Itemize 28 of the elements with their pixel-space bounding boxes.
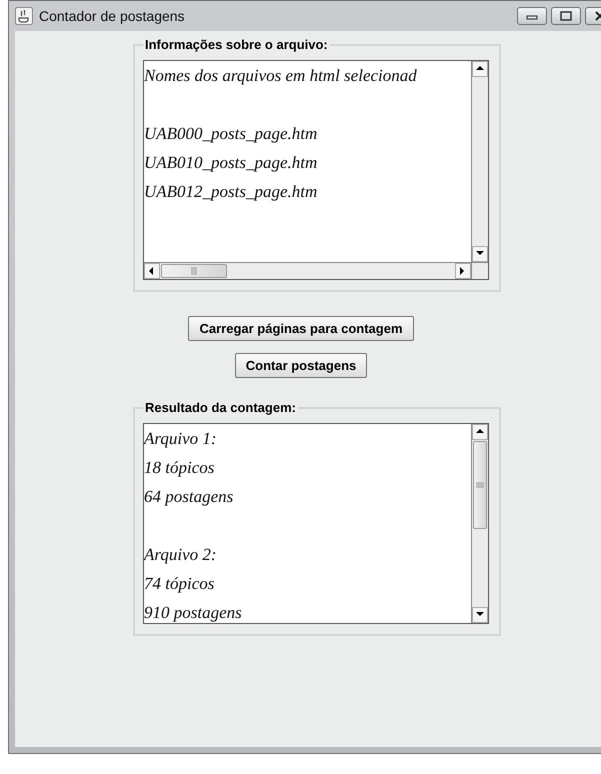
- text-line: UAB010_posts_page.htm: [144, 152, 318, 174]
- window-title: Contador de postagens: [39, 8, 186, 24]
- text-line: Arquivo 1:: [144, 428, 218, 450]
- grip-icon: [191, 267, 197, 275]
- cup-icon: [15, 7, 33, 25]
- text-line: Nomes dos arquivos em html selecionad: [144, 65, 418, 87]
- text-line: Arquivo 2:: [144, 544, 218, 566]
- panel-title: Informações sobre o arquivo:: [144, 37, 329, 52]
- text-area[interactable]: Arquivo 1: 18 tópicos 64 postagens Arquivo 2: 74 tópicos 910 postagens: [143, 423, 489, 624]
- scrollbar-thumb[interactable]: [473, 441, 487, 529]
- horizontal-scrollbar[interactable]: [144, 262, 488, 279]
- maximize-icon: [560, 11, 572, 21]
- text-line: 18 tópicos: [144, 457, 216, 479]
- action-button[interactable]: Carregar páginas para contagem: [188, 316, 414, 341]
- grip-icon: [476, 482, 484, 488]
- text-line: 910 postagens: [144, 602, 243, 624]
- text-line: 64 postagens: [144, 486, 234, 508]
- panel-title: Resultado da contagem:: [144, 400, 297, 415]
- minimize-button[interactable]: [517, 7, 547, 25]
- scrollbar-thumb[interactable]: [161, 264, 227, 278]
- vertical-scrollbar[interactable]: [471, 424, 488, 623]
- vertical-scrollbar[interactable]: [471, 61, 488, 262]
- action-button[interactable]: Contar postagens: [234, 353, 368, 378]
- maximize-button[interactable]: [551, 7, 581, 25]
- text-area[interactable]: Nomes dos arquivos em html selecionad UAB000_posts_page.htm UAB010_posts_page.htm UAB012_posts_page.htm: [143, 60, 489, 280]
- text-line: UAB012_posts_page.htm: [144, 181, 318, 203]
- text-line: UAB000_posts_page.htm: [144, 123, 318, 145]
- text-line: 74 tópicos: [144, 573, 216, 595]
